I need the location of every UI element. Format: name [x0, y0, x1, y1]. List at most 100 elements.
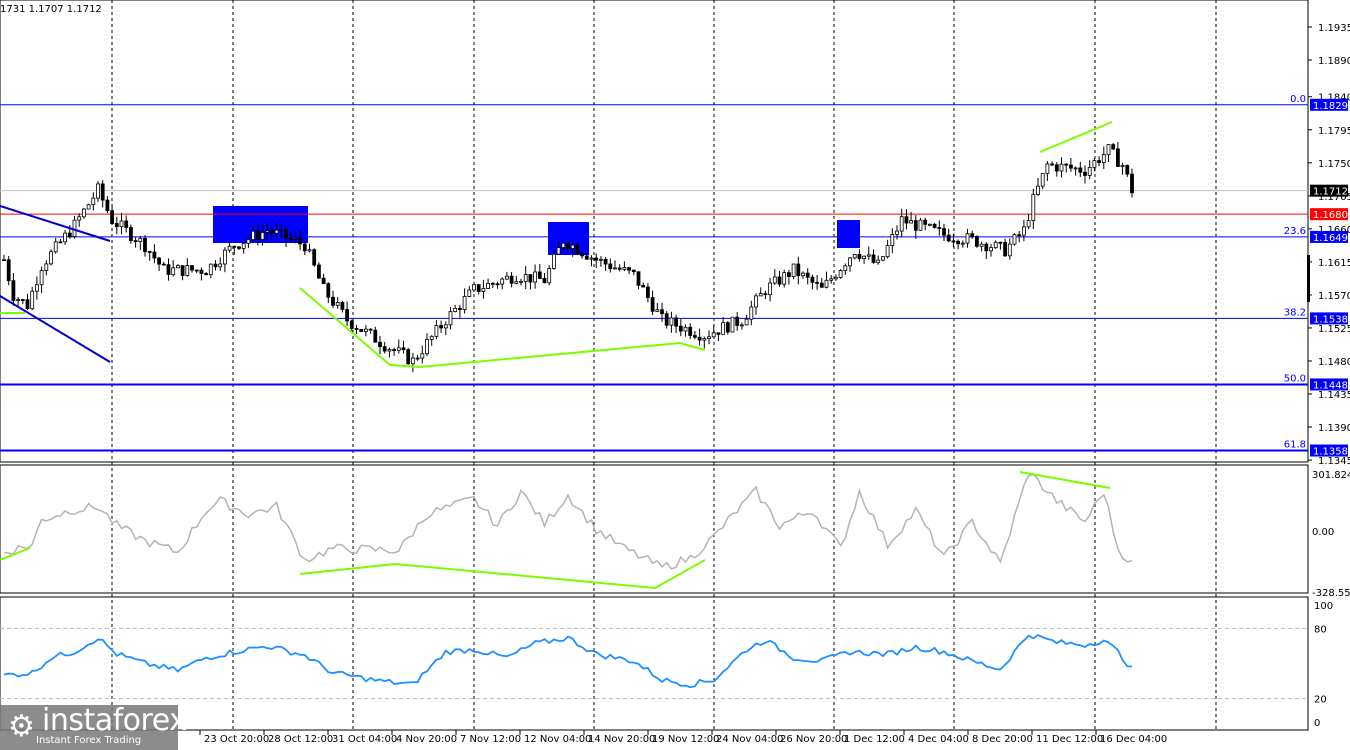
candle-body — [147, 251, 152, 253]
candle-body — [932, 223, 937, 228]
candle-body — [114, 223, 119, 228]
gear-logo-icon: ⚙ — [8, 709, 35, 744]
time-label: 23 Oct 20:00 — [204, 734, 269, 745]
candle-body — [857, 254, 862, 259]
fib-level-label: 0.0 — [1290, 94, 1306, 105]
candle-body — [443, 324, 448, 329]
rsi-pane — [0, 596, 1309, 731]
candle-body — [725, 322, 730, 333]
price-tick-label: 1.1935 — [1318, 23, 1350, 34]
candle-body — [288, 238, 293, 240]
candle-body — [566, 242, 570, 249]
candle-body — [1078, 167, 1083, 173]
candle-body — [975, 235, 979, 247]
candle-body — [1092, 160, 1097, 168]
candle-body — [613, 267, 617, 270]
fib-level-label: 50.0 — [1284, 373, 1306, 384]
candle-body — [537, 271, 542, 279]
candle-body — [72, 219, 77, 237]
candle-body — [1101, 154, 1106, 163]
candle-body — [528, 274, 533, 283]
candle-body — [204, 273, 209, 276]
candle-body — [824, 279, 829, 288]
chart-canvas[interactable]: 1.19351.18901.18401.17951.17501.17051.16… — [0, 0, 1350, 750]
candle-body — [819, 282, 824, 288]
candle-body — [965, 233, 970, 244]
trendline — [0, 205, 111, 242]
candle-body — [218, 263, 223, 268]
price-tick-label: 1.1345 — [1318, 456, 1350, 467]
candle-body — [387, 349, 392, 352]
candle-body — [213, 263, 218, 268]
candle-body — [100, 183, 105, 201]
candle-body — [302, 243, 307, 252]
price-tick-label: 1.1570 — [1318, 291, 1350, 302]
candle-body — [237, 246, 241, 249]
candle-body — [1031, 194, 1036, 221]
candle-body — [284, 228, 288, 239]
candle-body — [1007, 243, 1012, 257]
candle-body — [166, 264, 171, 275]
candle-body — [1050, 163, 1054, 166]
cci-tick-label: -328.5513 — [1312, 588, 1350, 599]
candle-body — [35, 284, 39, 292]
candle-body — [1073, 167, 1078, 170]
candle-body — [984, 243, 989, 252]
candle-body — [312, 249, 317, 266]
candle-body — [702, 338, 707, 341]
candle-body — [768, 282, 772, 296]
candle-body — [232, 245, 237, 248]
candle-body — [279, 228, 284, 231]
time-label: 31 Oct 04:00 — [332, 734, 397, 745]
candle-body — [815, 281, 819, 284]
candle-body — [128, 227, 133, 241]
cci-line — [3, 473, 1133, 570]
candle-body — [895, 230, 899, 235]
current-price-label: 1.1712 — [1313, 187, 1348, 198]
candle-body — [269, 230, 274, 234]
candle-body — [396, 347, 401, 351]
candle-body — [960, 242, 965, 245]
candle-body — [6, 259, 11, 282]
candle-body — [119, 220, 124, 228]
candle-body — [664, 313, 669, 326]
candle-body — [622, 267, 627, 270]
candle-body — [368, 328, 373, 331]
candle-body — [1069, 164, 1073, 169]
candle-body — [1059, 163, 1064, 172]
candle-body — [401, 347, 406, 351]
candle-body — [871, 254, 876, 263]
candle-body — [514, 281, 519, 284]
candle-body — [603, 258, 608, 265]
candle-body — [918, 219, 923, 231]
fib-level-label: 61.8 — [1284, 440, 1306, 451]
price-tick-label: 1.1480 — [1318, 357, 1350, 368]
instaforex-logo: ⚙ instaforex Instant Forex Trading — [0, 703, 187, 750]
candle-body — [1106, 144, 1111, 156]
main-pane — [0, 0, 1309, 463]
price-tick-label: 1.1750 — [1318, 159, 1350, 170]
candle-body — [331, 296, 335, 306]
candle-body — [326, 283, 331, 298]
candle-body — [96, 183, 100, 199]
candle-body — [373, 329, 378, 343]
candle-body — [382, 346, 387, 352]
candle-body — [749, 306, 754, 320]
candle-body — [655, 309, 660, 312]
candle-body — [392, 349, 397, 351]
candle-body — [1130, 173, 1134, 194]
candle-body — [1045, 163, 1050, 174]
candle-body — [913, 220, 918, 231]
candle-body — [345, 309, 350, 322]
candle-body — [453, 307, 458, 313]
cci-tick-label: 0.00 — [1312, 527, 1334, 538]
candle-body — [1022, 226, 1026, 236]
candle-body — [467, 289, 472, 297]
candle-body — [599, 258, 603, 261]
candle-body — [688, 326, 693, 336]
price-tick-label: 1.1525 — [1318, 324, 1350, 335]
fib-price-label: 1.1358 — [1313, 447, 1348, 458]
candle-body — [91, 197, 96, 206]
candle-body — [359, 328, 364, 332]
time-label: 7 Nov 12:00 — [460, 734, 521, 745]
